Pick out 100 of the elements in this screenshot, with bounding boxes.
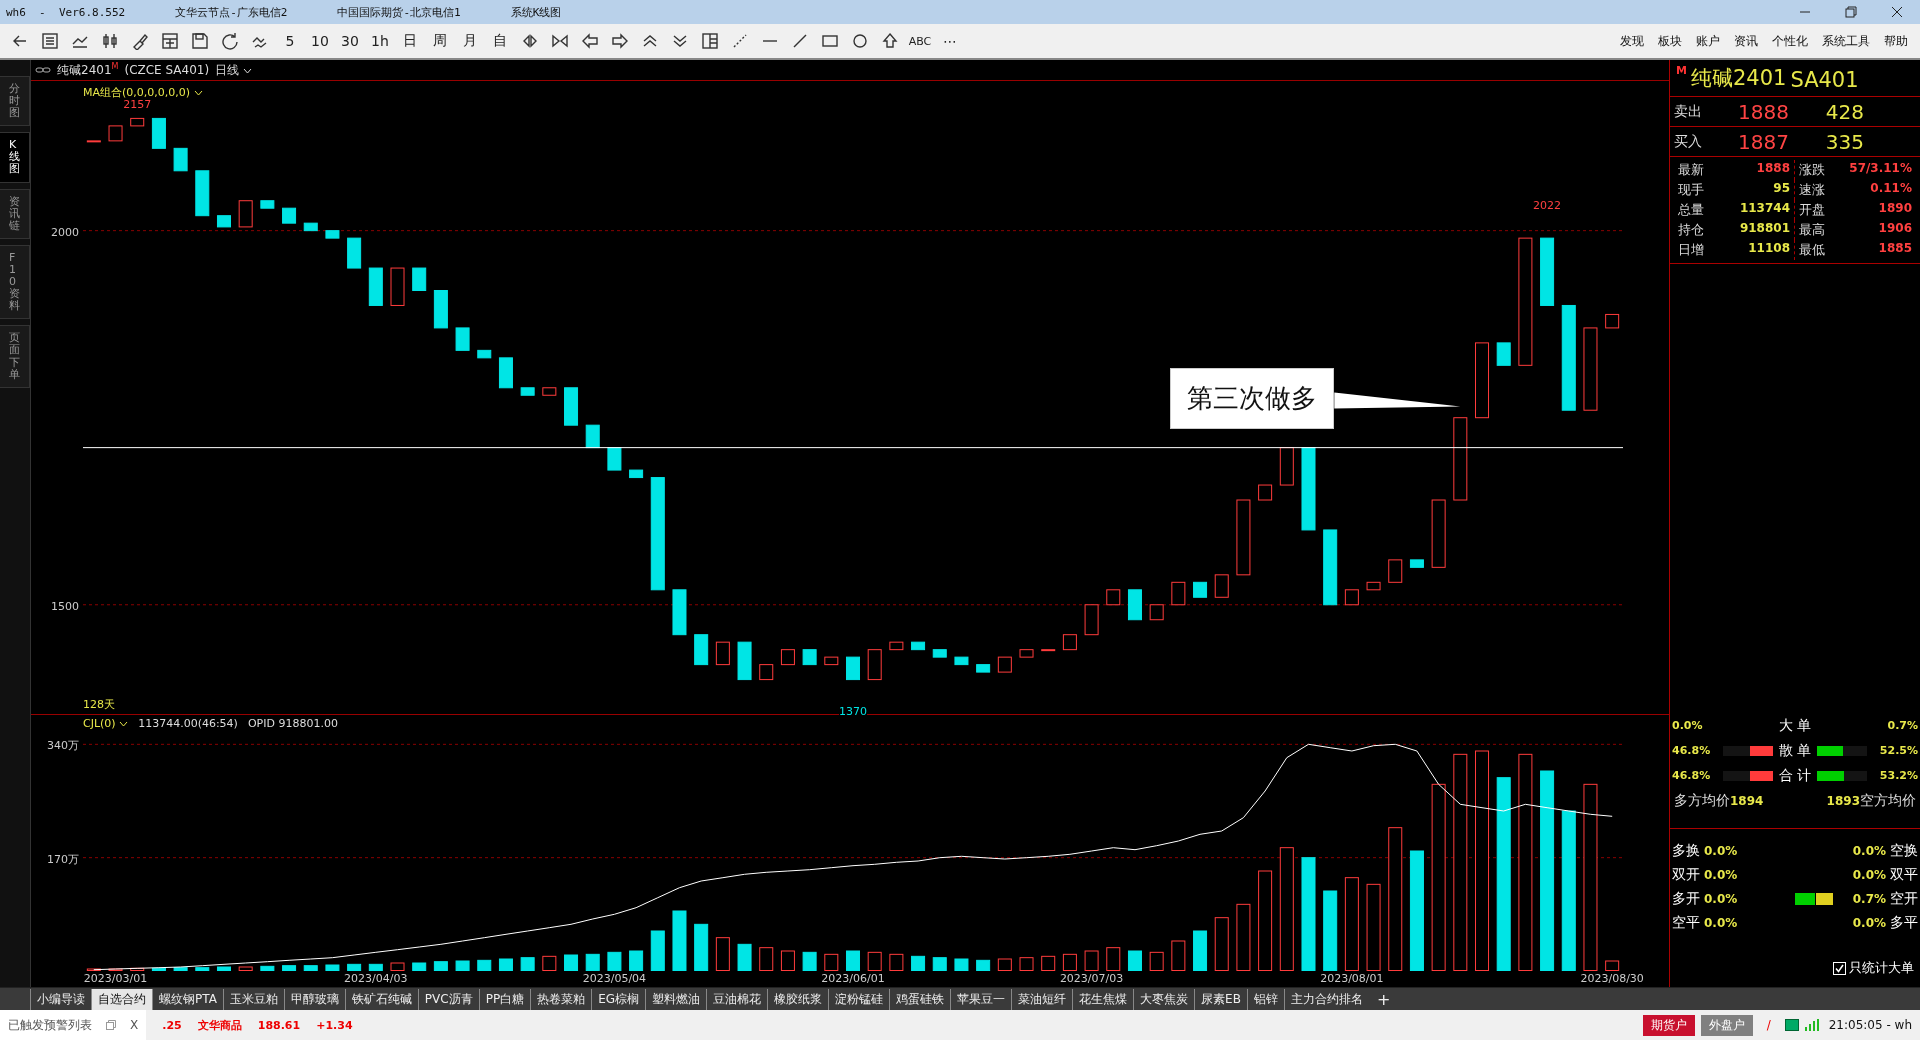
sheet-tab[interactable]: 玉米豆粕: [222, 988, 284, 1010]
stat-label: 持仓: [1678, 221, 1704, 239]
stat-value: 1890: [1878, 201, 1912, 217]
depth-price: 1887: [1737, 129, 1789, 154]
stat-value: 11108: [1748, 241, 1790, 257]
change-label: 空平: [1672, 914, 1700, 932]
add-tab-button[interactable]: +: [1368, 989, 1399, 1009]
stat-value: 918801: [1739, 221, 1790, 237]
change-value: 0.7%: [1852, 892, 1886, 906]
average-label: 多方均价: [1674, 792, 1730, 808]
stat-label: 涨跌: [1799, 161, 1825, 179]
date-label: 2023/07/03: [1059, 972, 1124, 985]
average-price: 1893: [1826, 794, 1860, 808]
text-tool-button[interactable]: ABC: [908, 28, 932, 54]
average-price: 1894: [1730, 794, 1764, 808]
period-button[interactable]: 日: [398, 28, 422, 54]
period-button[interactable]: 30: [338, 28, 362, 54]
change-value: 0.0%: [1852, 916, 1886, 930]
window-title: 系统K线图: [510, 4, 562, 20]
more-button[interactable]: ⋯: [938, 28, 962, 54]
sheet-tab[interactable]: 尿素EB: [1194, 988, 1247, 1010]
indicator-dropdown[interactable]: MA组合(0,0,0,0,0,0): [83, 85, 203, 100]
change-value: 0.0%: [1704, 868, 1738, 882]
sheet-tab[interactable]: 花生焦煤: [1072, 988, 1134, 1010]
close-button[interactable]: X: [130, 1018, 139, 1032]
sheet-tab[interactable]: 橡胶纸浆: [767, 988, 829, 1010]
sheet-tab[interactable]: 螺纹钢PTA: [152, 988, 223, 1010]
stat-label: 最低: [1799, 241, 1825, 259]
indicator-dropdown[interactable]: CJL(0): [83, 716, 129, 730]
change-value: 0.0%: [1852, 844, 1886, 858]
date-label: 2023/03/01: [83, 972, 148, 985]
period-button[interactable]: 自: [488, 28, 512, 54]
price-marker: 1370: [839, 705, 867, 718]
menu-item[interactable]: 帮助: [1884, 32, 1908, 50]
window-title: 文华云节点-广东电信2: [175, 4, 288, 20]
depth-label: 卖出: [1674, 102, 1703, 121]
change-label: 空开: [1890, 890, 1918, 908]
callout: 第三次做多: [1170, 368, 1335, 430]
period-button[interactable]: 月: [458, 28, 482, 54]
date-label: 2023/08/30: [1580, 972, 1644, 985]
depth-volume: 428: [1824, 99, 1864, 124]
percent-value: 53.2%: [1878, 769, 1918, 782]
account-button[interactable]: 外盘户: [1700, 1014, 1753, 1036]
stat-label: 开盘: [1799, 201, 1825, 219]
percent-value: 52.5%: [1878, 744, 1918, 757]
side-tab[interactable]: 分时图: [0, 76, 30, 127]
sheet-tab[interactable]: 苹果豆一: [950, 988, 1012, 1010]
symbol-code: (CZCE SA401): [124, 63, 210, 77]
change-value: 0.0%: [1704, 916, 1738, 930]
period-dropdown[interactable]: 日线: [215, 61, 252, 79]
date-label: 2023/08/01: [1320, 972, 1384, 985]
side-tab[interactable]: 资讯链: [0, 188, 30, 239]
stat-label: 最高: [1799, 221, 1825, 239]
stat-label: 日增: [1678, 241, 1704, 259]
stat-value: 95: [1773, 181, 1790, 197]
ticker-text: +1.34: [316, 1018, 353, 1032]
sheet-tab[interactable]: 大枣焦炭: [1133, 988, 1195, 1010]
window-title: 中国国际期货-北京电信1: [337, 4, 461, 20]
side-tab[interactable]: F10资料: [0, 244, 30, 320]
sheet-tab[interactable]: 热卷菜粕: [530, 988, 592, 1010]
market-flag-label: M: [1676, 64, 1687, 77]
sheet-tab[interactable]: 铝锌: [1246, 988, 1284, 1010]
sheet-tab[interactable]: PVC沥青: [417, 988, 479, 1010]
checkbox-label: 只统计大单: [1849, 959, 1914, 977]
sheet-tab[interactable]: 塑料燃油: [645, 988, 707, 1010]
sheet-tab[interactable]: 豆油棉花: [706, 988, 768, 1010]
side-tab[interactable]: K线图: [0, 132, 30, 183]
menu-item[interactable]: 系统工具: [1822, 32, 1870, 50]
account-button[interactable]: 期货户: [1642, 1014, 1695, 1036]
clock-text: 21:05:05 - wh: [1828, 1018, 1912, 1032]
price-label: 1500: [51, 599, 79, 613]
sheet-tab[interactable]: 铁矿石纯碱: [344, 988, 418, 1010]
sheet-tab[interactable]: EG棕榈: [591, 988, 646, 1010]
change-label: 多开: [1672, 890, 1700, 908]
sheet-tab[interactable]: 主力合约排名: [1283, 988, 1369, 1010]
percent-value: 46.8%: [1672, 744, 1712, 757]
menu-item[interactable]: 发现: [1620, 32, 1644, 50]
menu-item[interactable]: 个性化: [1772, 32, 1808, 50]
menu-item[interactable]: 板块: [1658, 32, 1682, 50]
sheet-tab[interactable]: 甲醇玻璃: [283, 988, 345, 1010]
sheet-tab[interactable]: 淀粉锰硅: [828, 988, 890, 1010]
change-label: 多平: [1890, 914, 1918, 932]
sheet-tab[interactable]: PP白糖: [478, 988, 531, 1010]
change-label: 双开: [1672, 866, 1700, 884]
stat-value: 1906: [1878, 221, 1912, 237]
price-label: 2000: [51, 225, 79, 239]
period-button[interactable]: 5: [278, 28, 302, 54]
period-button[interactable]: 周: [428, 28, 452, 54]
status-text: /: [1766, 1018, 1771, 1032]
menu-item[interactable]: 资讯: [1734, 32, 1758, 50]
stat-label: 速涨: [1799, 181, 1825, 199]
period-button[interactable]: 1h: [368, 28, 392, 54]
sheet-tab[interactable]: 菜油短纤: [1011, 988, 1073, 1010]
ticker-text: 文华商品: [197, 1017, 242, 1033]
period-button[interactable]: 10: [308, 28, 332, 54]
sheet-tab[interactable]: 自选合约: [91, 988, 152, 1010]
side-tab[interactable]: 页面下单: [0, 325, 30, 388]
percent-value: 0.7%: [1886, 719, 1918, 732]
menu-item[interactable]: 账户: [1696, 32, 1720, 50]
sheet-tab[interactable]: 鸡蛋硅铁: [889, 988, 951, 1010]
